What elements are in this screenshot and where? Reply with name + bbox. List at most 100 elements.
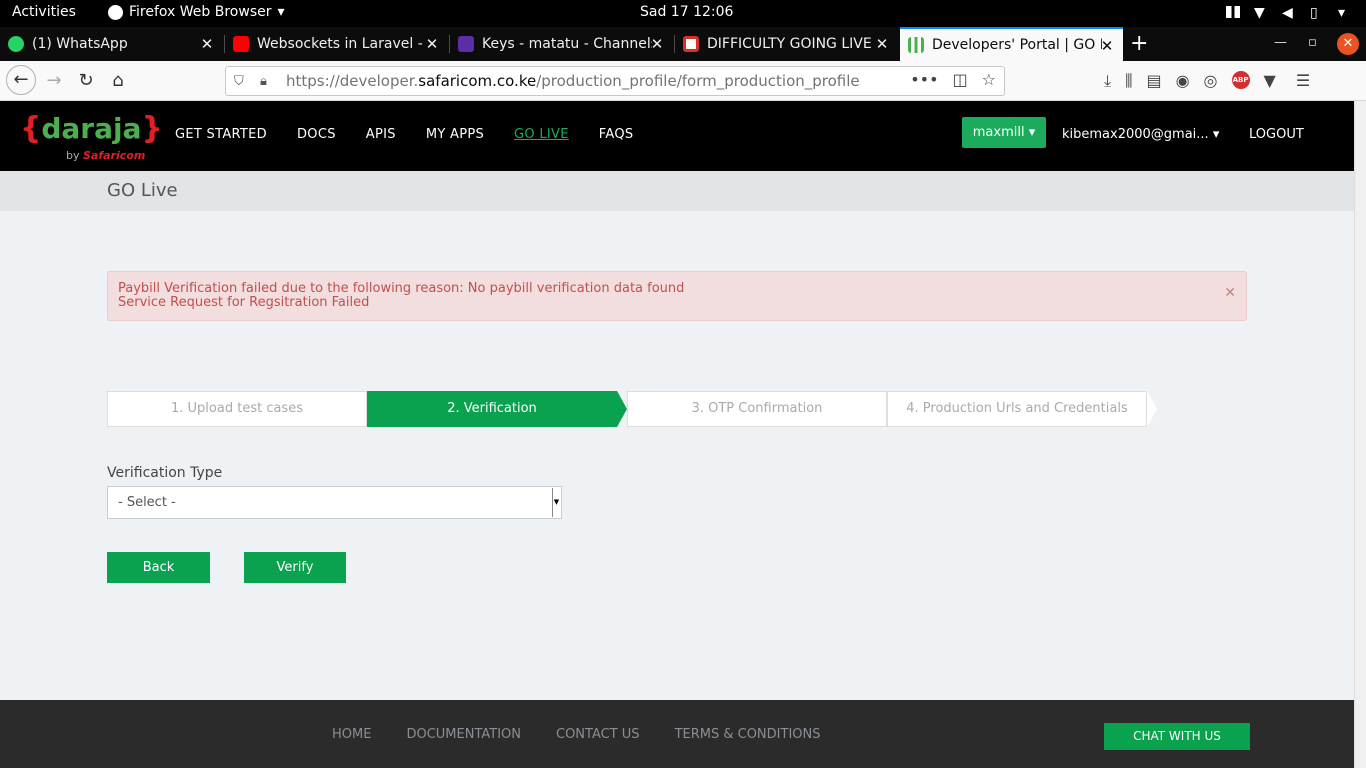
tab-gmail[interactable]: DIFFICULTY GOING LIVE ✕ [675,27,898,61]
logo-brace-open: { [20,111,42,146]
nav-faqs[interactable]: FAQS [599,127,634,142]
minimize-icon[interactable]: — [1274,35,1287,50]
toolbar-right: ⤓ ⫼ ▤ ◉ ◎ ABP ▼ ☰ [1104,71,1310,91]
account-icon[interactable]: ◉ [1176,71,1190,91]
url-text[interactable]: https://developer.safaricom.co.ke/produc… [286,72,860,90]
activities-button[interactable]: Activities [12,4,76,20]
extension-v-icon[interactable]: ▼ [1264,71,1276,91]
tab-websockets[interactable]: Websockets in Laravel - F ✕ [225,27,448,61]
restore-icon[interactable]: ▫ [1308,35,1317,50]
more-actions-icon[interactable]: ••• [910,70,938,89]
bookmark-star-icon[interactable]: ☆ [982,70,996,89]
step-verification[interactable]: 2. Verification [367,391,617,427]
back-arrow-icon[interactable]: ← [6,65,36,95]
close-tab-icon[interactable]: ✕ [199,35,215,53]
app-menu[interactable]: Firefox Web Browser ▾ [108,4,285,20]
alert-close-icon[interactable]: ✕ [1224,286,1236,300]
caret-down-icon: ▾ [1028,125,1036,140]
tab-title: Developers' Portal | GO L [932,37,1102,53]
url-path: /production_profile/form_production_prof… [536,72,860,90]
url-bar[interactable]: ⛉ 🔒︎ https://developer.safaricom.co.ke/p… [225,66,1005,96]
new-tab-button[interactable]: + [1130,31,1148,56]
alert-line-2: Service Request for Regsitration Failed [118,295,370,310]
tracking-shield-icon[interactable]: ⛉ [234,74,248,89]
browser-tab-strip: (1) WhatsApp ✕ Websockets in Laravel - F… [0,27,1366,61]
site-header: {daraja} by Safaricom GET STARTED DOCS A… [0,101,1354,171]
back-button[interactable]: Back [107,552,210,583]
volume-icon: ◀ [1282,5,1293,21]
battery-icon: ▯ [1310,5,1318,21]
app-menu-label: Firefox Web Browser [129,4,272,20]
step-otp-confirmation[interactable]: 3. OTP Confirmation [627,391,887,427]
close-tab-icon[interactable]: ✕ [424,35,440,53]
tab-pusher-keys[interactable]: Keys - matatu - Channels ✕ [450,27,673,61]
nav-my-apps[interactable]: MY APPS [426,127,484,142]
nav-go-live[interactable]: GO LIVE [514,127,569,142]
close-tab-icon[interactable]: ✕ [649,35,665,53]
footer-documentation-link[interactable]: DOCUMENTATION [406,727,521,742]
youtube-icon [233,36,249,52]
lock-icon[interactable]: 🔒︎ [260,74,274,89]
step-production-urls[interactable]: 4. Production Urls and Credentials [887,391,1147,427]
page-actions: ••• ◫ ☆ [910,70,996,89]
tab-title: Keys - matatu - Channels [482,36,652,52]
step-arrow [617,391,627,427]
globe-icon[interactable]: ◎ [1204,71,1218,91]
error-alert: Paybill Verification failed due to the f… [107,271,1247,321]
wifi-icon: ▼ [1254,5,1265,21]
forward-arrow-icon[interactable]: → [40,67,68,95]
home-icon[interactable]: ⌂ [104,67,132,95]
dropdown-arrow-icon: ▾ [277,4,285,20]
power-menu-icon: ▾ [1338,5,1346,21]
window-close-button[interactable]: ✕ [1337,33,1359,55]
verification-type-select[interactable]: - Select - ▼ [107,486,562,519]
daraja-logo[interactable]: {daraja} by Safaricom [20,111,163,162]
footer-home-link[interactable]: HOME [332,727,371,742]
page-scrollbar[interactable] [1354,101,1366,768]
close-tab-icon[interactable]: ✕ [1099,37,1115,55]
tab-title: DIFFICULTY GOING LIVE [707,36,872,52]
adblock-plus-icon[interactable]: ABP [1231,71,1250,89]
browser-nav-bar: ← → ↻ ⌂ ⛉ 🔒︎ https://developer.safaricom… [0,61,1366,101]
pocket-icon[interactable]: ◫ [953,70,968,89]
chat-with-us-button[interactable]: CHAT WITH US [1104,723,1250,750]
sidebar-icon[interactable]: ▤ [1146,71,1161,91]
select-value: - Select - [118,495,176,510]
whatsapp-icon [8,36,24,52]
system-top-bar: Activities Firefox Web Browser ▾ Sad 17 … [0,0,1366,27]
tab-whatsapp[interactable]: (1) WhatsApp ✕ [0,27,223,61]
email-dropdown[interactable]: kibemax2000@gmai... ▾ [1062,127,1219,142]
logout-link[interactable]: LOGOUT [1249,127,1304,142]
library-icon[interactable]: ⫼ [1125,71,1132,91]
hamburger-menu-icon[interactable]: ☰ [1296,71,1310,91]
main-nav: GET STARTED DOCS APIS MY APPS GO LIVE FA… [175,127,633,142]
tab-title: (1) WhatsApp [32,36,128,52]
clock[interactable]: Sad 17 12:06 [640,4,733,20]
logo-word: daraja [41,112,142,145]
user-dropdown-button[interactable]: maxmill ▾ [962,117,1046,148]
page-subheader: GO Live [0,171,1354,211]
select-arrow-icon: ▼ [552,488,560,517]
reload-icon[interactable]: ↻ [72,67,100,95]
site-footer: HOME DOCUMENTATION CONTACT US TERMS & CO… [0,700,1354,768]
caret-down-icon: ▾ [1212,127,1220,142]
tab-title: Websockets in Laravel - F [257,36,427,52]
nav-docs[interactable]: DOCS [297,127,336,142]
system-tray[interactable]: ▼ ◀ ▯ ▾ [1226,5,1352,21]
logo-byline: by Safaricom [66,149,145,162]
verify-button[interactable]: Verify [244,552,346,583]
url-domain: safaricom.co.ke [418,72,537,90]
tab-developers-portal[interactable]: Developers' Portal | GO L ✕ [900,27,1123,61]
gmail-icon [683,36,699,52]
nav-apis[interactable]: APIS [366,127,396,142]
step-upload-test-cases[interactable]: 1. Upload test cases [107,391,367,427]
footer-contact-link[interactable]: CONTACT US [556,727,640,742]
page-title: GO Live [107,180,178,201]
nav-get-started[interactable]: GET STARTED [175,127,267,142]
logo-brace-close: } [141,111,163,146]
footer-terms-link[interactable]: TERMS & CONDITIONS [675,727,821,742]
safaricom-signal-icon [908,37,924,53]
close-tab-icon[interactable]: ✕ [874,35,890,53]
email-label: kibemax2000@gmai... [1062,127,1209,142]
downloads-icon[interactable]: ⤓ [1104,71,1111,91]
